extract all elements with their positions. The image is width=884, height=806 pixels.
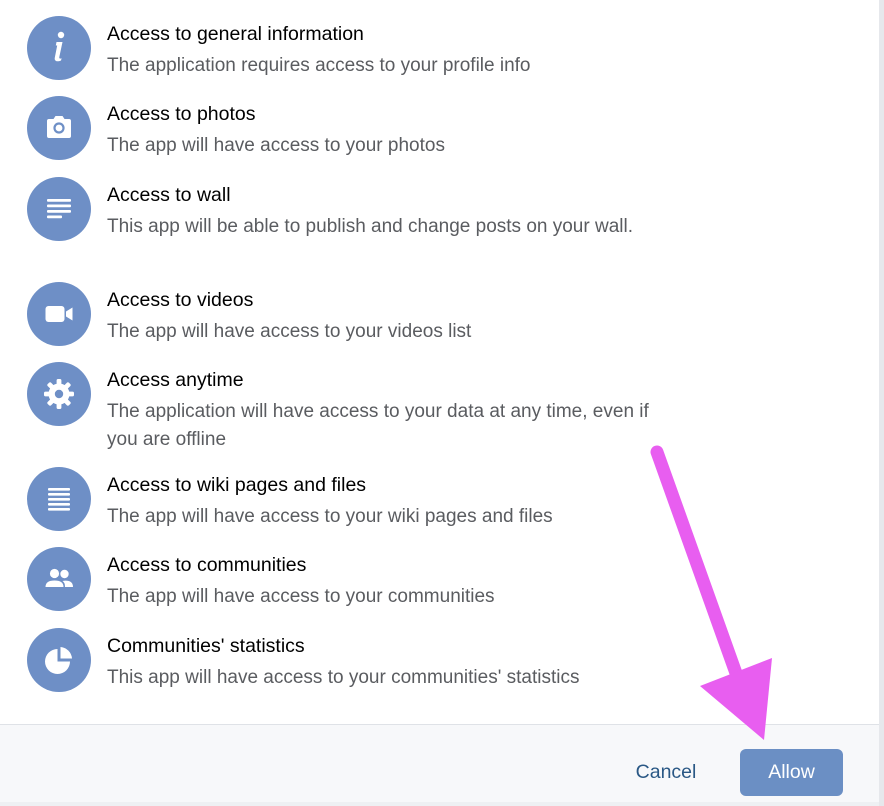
background-strip [0,802,879,806]
permission-description: The app will have access to your communi… [107,586,495,607]
dialog-footer: Cancel Allow [0,724,879,806]
users-icon [27,547,91,611]
dialog-edge [879,0,884,806]
permission-description: The application will have access to your… [107,401,649,450]
permission-title: Access to wiki pages and files [107,474,367,496]
permission-title: Access anytime [107,369,244,391]
info-icon [27,16,91,80]
cancel-button[interactable]: Cancel [614,749,718,795]
permission-description: This app will be able to publish and cha… [107,216,633,237]
permission-description: The application requires access to your … [107,55,531,76]
permission-description: This app will have access to your commun… [107,667,580,688]
permission-title: Access to general information [107,23,364,45]
permission-description: The app will have access to your videos … [107,321,472,342]
document-icon [27,467,91,531]
permission-description: The app will have access to your wiki pa… [107,506,553,527]
gear-icon [27,362,91,426]
pie-chart-icon [27,628,91,692]
permission-dialog: Access to general information The applic… [0,0,884,806]
permission-title: Access to photos [107,103,256,125]
permission-title: Access to wall [107,184,231,206]
video-camera-icon [27,282,91,346]
permission-title: Access to videos [107,289,254,311]
wall-icon [27,177,91,241]
camera-icon [27,96,91,160]
permission-description: The app will have access to your photos [107,135,445,156]
permission-title: Access to communities [107,554,307,576]
permission-title: Communities' statistics [107,635,305,657]
allow-button[interactable]: Allow [740,749,843,796]
